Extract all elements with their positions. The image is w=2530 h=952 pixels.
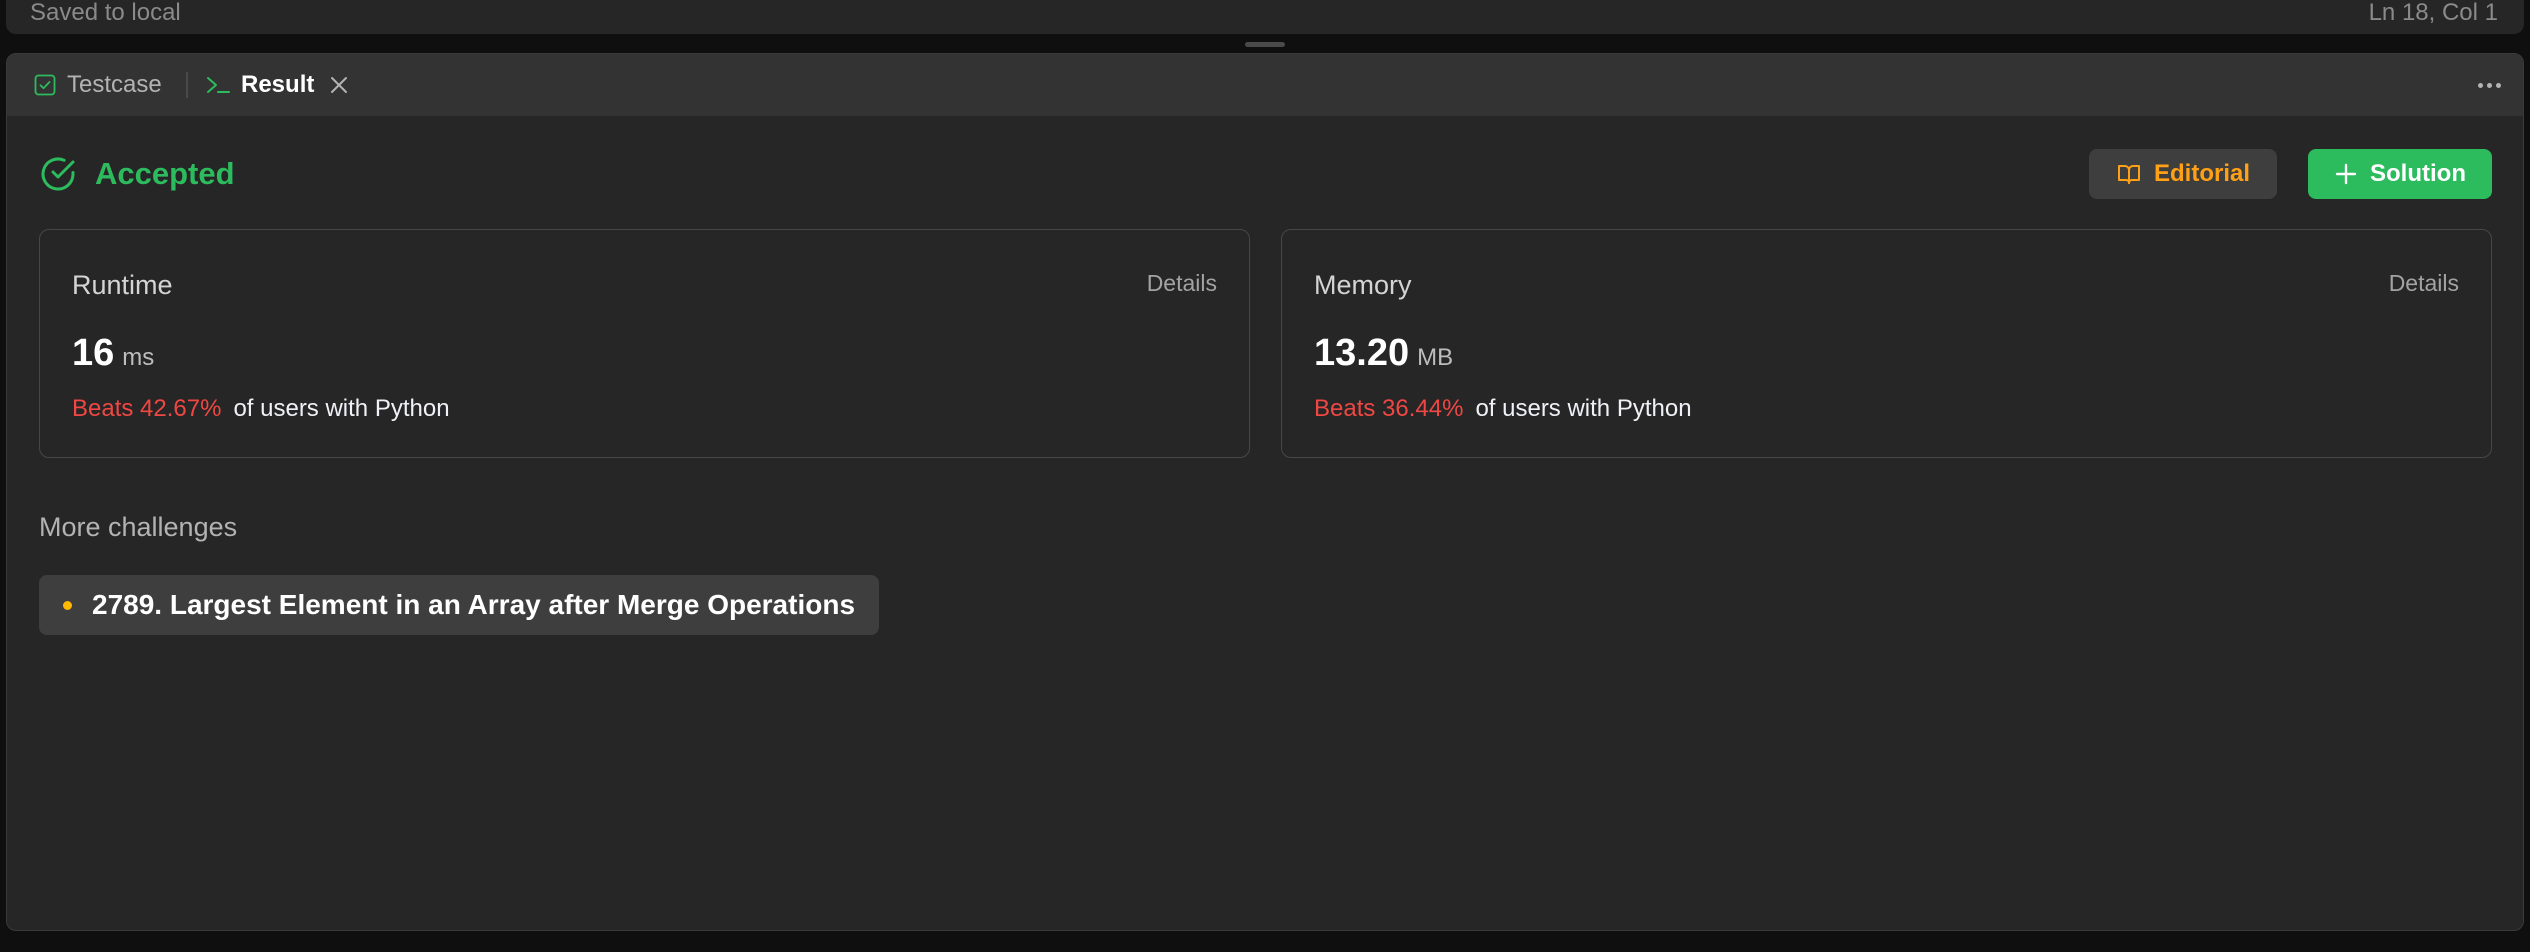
runtime-value: 16 — [72, 332, 115, 374]
tab-result-label: Result — [241, 71, 315, 98]
runtime-beats-suffix: of users with Python — [233, 395, 450, 422]
status-label: Accepted — [95, 156, 235, 191]
editorial-button[interactable]: Editorial — [2089, 149, 2277, 199]
runtime-beats-line: Beats 42.67% of users with Python — [72, 395, 450, 423]
tab-testcase-label: Testcase — [67, 71, 162, 98]
difficulty-dot — [63, 600, 72, 610]
memory-card[interactable]: Memory Details 13.20 MB Beats 36.44% of … — [1281, 229, 2492, 458]
checkbox-icon — [33, 73, 57, 97]
cursor-position[interactable]: Ln 18, Col 1 — [2369, 0, 2498, 26]
result-panel: Testcase Result Accepted Editorial Solut… — [6, 53, 2524, 931]
close-icon[interactable] — [325, 71, 353, 99]
runtime-details-link[interactable]: Details — [1147, 270, 1217, 297]
editorial-label: Editorial — [2153, 160, 2250, 187]
memory-value: 13.20 — [1314, 332, 1410, 374]
book-icon — [2116, 162, 2142, 186]
runtime-card[interactable]: Runtime Details 16 ms Beats 42.67% of us… — [39, 229, 1250, 458]
tab-result[interactable]: Result — [205, 54, 314, 116]
check-circle-icon — [39, 155, 77, 193]
tab-testcase[interactable]: Testcase — [33, 54, 162, 116]
challenge-title: 2789. Largest Element in an Array after … — [92, 589, 856, 620]
challenge-link[interactable]: 2789. Largest Element in an Array after … — [39, 575, 879, 635]
editor-status-bar: Saved to local Ln 18, Col 1 — [6, 0, 2524, 34]
more-options-icon[interactable] — [2473, 71, 2505, 99]
runtime-beats: Beats 42.67% — [72, 395, 222, 422]
plus-icon — [2334, 162, 2358, 186]
runtime-label: Runtime — [72, 270, 173, 300]
submission-status: Accepted — [39, 149, 235, 199]
memory-value-line: 13.20 MB — [1314, 332, 1453, 375]
add-solution-button[interactable]: Solution — [2308, 149, 2492, 199]
panel-resize-handle[interactable] — [1245, 42, 1285, 47]
memory-beats-suffix: of users with Python — [1475, 395, 1692, 422]
save-status: Saved to local — [30, 0, 181, 26]
memory-beats-line: Beats 36.44% of users with Python — [1314, 395, 1692, 423]
more-challenges-title: More challenges — [39, 512, 238, 542]
memory-beats: Beats 36.44% — [1314, 395, 1464, 422]
runtime-value-line: 16 ms — [72, 332, 154, 375]
terminal-icon — [205, 73, 231, 97]
tab-divider — [186, 72, 188, 98]
memory-details-link[interactable]: Details — [2389, 270, 2459, 297]
runtime-unit: ms — [122, 344, 155, 371]
solution-label: Solution — [2370, 160, 2466, 187]
memory-label: Memory — [1314, 270, 1412, 300]
memory-unit: MB — [1417, 344, 1454, 371]
panel-tab-bar: Testcase Result — [7, 54, 2523, 116]
